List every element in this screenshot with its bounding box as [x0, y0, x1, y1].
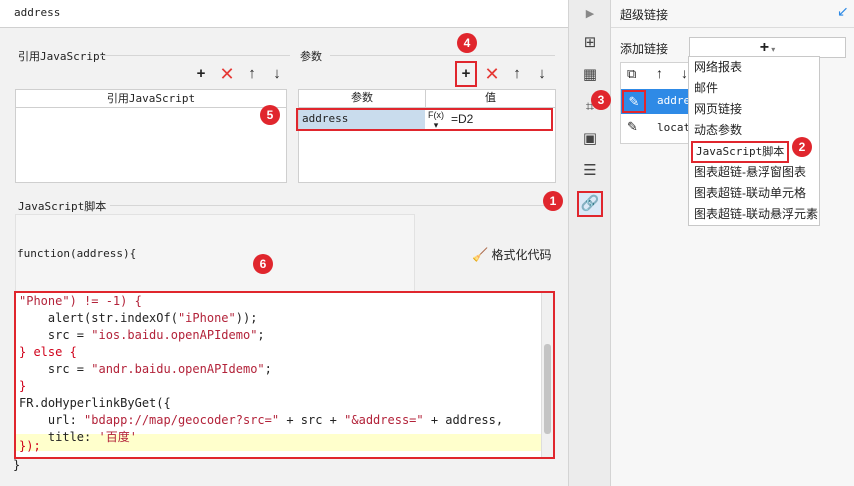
- params-down-button[interactable]: ↓: [533, 65, 551, 83]
- cell-title: address: [14, 6, 61, 19]
- function-header: function(address){: [17, 247, 137, 260]
- params-section-label: 参数: [300, 51, 322, 63]
- cell-element-icon[interactable]: ⊞: [578, 31, 602, 55]
- hyperlink-editor-panel: address 引用JavaScript + ✕ ↑ ↓ 引用JavaScrip…: [0, 0, 568, 486]
- menu-item-web-link[interactable]: 网页链接: [694, 99, 742, 119]
- badge-4: 4: [457, 33, 477, 53]
- js-ref-down-button[interactable]: ↓: [268, 65, 286, 83]
- params-col-name: 参数: [299, 90, 426, 108]
- link-list[interactable]: ⧉ ↑ ↓ address ✎ ✎ location: [620, 62, 710, 144]
- menu-item-chart-float[interactable]: 图表超链-悬浮窗图表: [694, 162, 806, 182]
- js-ref-table[interactable]: 引用JavaScript: [15, 89, 287, 183]
- badge-2: 2: [792, 137, 812, 157]
- badge-5: 5: [260, 105, 280, 125]
- side-icon-strip: ▶ ⊞ ▦ ⌗ ▣ ☰ 🔗: [568, 0, 611, 486]
- js-ref-column-header: 引用JavaScript: [16, 90, 286, 108]
- params-table[interactable]: 参数 值 address F(x) ▾ =D2: [298, 89, 556, 183]
- script-divider: [110, 205, 555, 206]
- title-bar: address: [0, 0, 568, 28]
- badge-6: 6: [253, 254, 273, 274]
- expand-icon[interactable]: ↙: [837, 3, 849, 20]
- broom-icon: 🧹: [472, 247, 489, 262]
- params-up-button[interactable]: ↑: [508, 65, 526, 83]
- params-col-value: 值: [426, 90, 555, 108]
- params-divider: [330, 55, 555, 56]
- params-row-highlight: [296, 108, 553, 131]
- js-ref-add-button[interactable]: +: [192, 65, 210, 83]
- menu-item-web-report[interactable]: 网络报表: [694, 57, 742, 77]
- menu-item-chart-float-element[interactable]: 图表超链-联动悬浮元素: [694, 204, 818, 224]
- link-up-icon[interactable]: ↑: [656, 65, 663, 81]
- add-link-plus: +: [759, 39, 770, 56]
- hyperlink-icon[interactable]: 🔗: [577, 191, 603, 217]
- params-add-button[interactable]: +: [457, 65, 475, 83]
- copy-icon[interactable]: ⧉: [627, 66, 636, 82]
- side-title-divider: [611, 27, 854, 28]
- menu-item-dynamic-param[interactable]: 动态参数: [694, 120, 742, 140]
- menu-item-email[interactable]: 邮件: [694, 78, 718, 98]
- badge-3: 3: [591, 90, 611, 110]
- add-link-button[interactable]: + ▾: [689, 37, 846, 58]
- edit-pencil-icon[interactable]: ✎: [622, 90, 646, 113]
- condition-attribute-icon[interactable]: ☰: [578, 159, 602, 183]
- function-closing: }: [13, 458, 21, 472]
- cell-attribute-icon[interactable]: ▦: [578, 63, 602, 87]
- js-ref-up-button[interactable]: ↑: [243, 65, 261, 83]
- location-pencil-icon[interactable]: ✎: [627, 119, 638, 135]
- link-item-location[interactable]: ✎ location: [621, 116, 710, 141]
- add-link-label: 添加链接: [620, 42, 669, 56]
- js-ref-delete-button[interactable]: ✕: [218, 65, 236, 83]
- collapse-arrow-icon[interactable]: ▶: [578, 2, 602, 26]
- script-section-label: JavaScript脚本: [18, 200, 107, 213]
- menu-item-chart-cell[interactable]: 图表超链-联动单元格: [694, 183, 806, 203]
- link-down-icon[interactable]: ↓: [681, 65, 688, 81]
- js-ref-section-label: 引用JavaScript: [18, 50, 107, 63]
- menu-item-javascript[interactable]: JavaScript脚本: [691, 141, 790, 163]
- format-code-button[interactable]: 🧹 格式化代码: [472, 246, 552, 263]
- badge-1: 1: [543, 191, 563, 211]
- params-delete-button[interactable]: ✕: [483, 65, 501, 83]
- function-header-box: function(address){: [15, 214, 415, 292]
- format-code-label: 格式化代码: [491, 248, 552, 262]
- widget-settings-icon[interactable]: ▣: [578, 127, 602, 151]
- js-ref-divider: [100, 55, 290, 56]
- side-panel-title: 超级链接: [620, 8, 669, 22]
- code-highlight: [14, 291, 555, 459]
